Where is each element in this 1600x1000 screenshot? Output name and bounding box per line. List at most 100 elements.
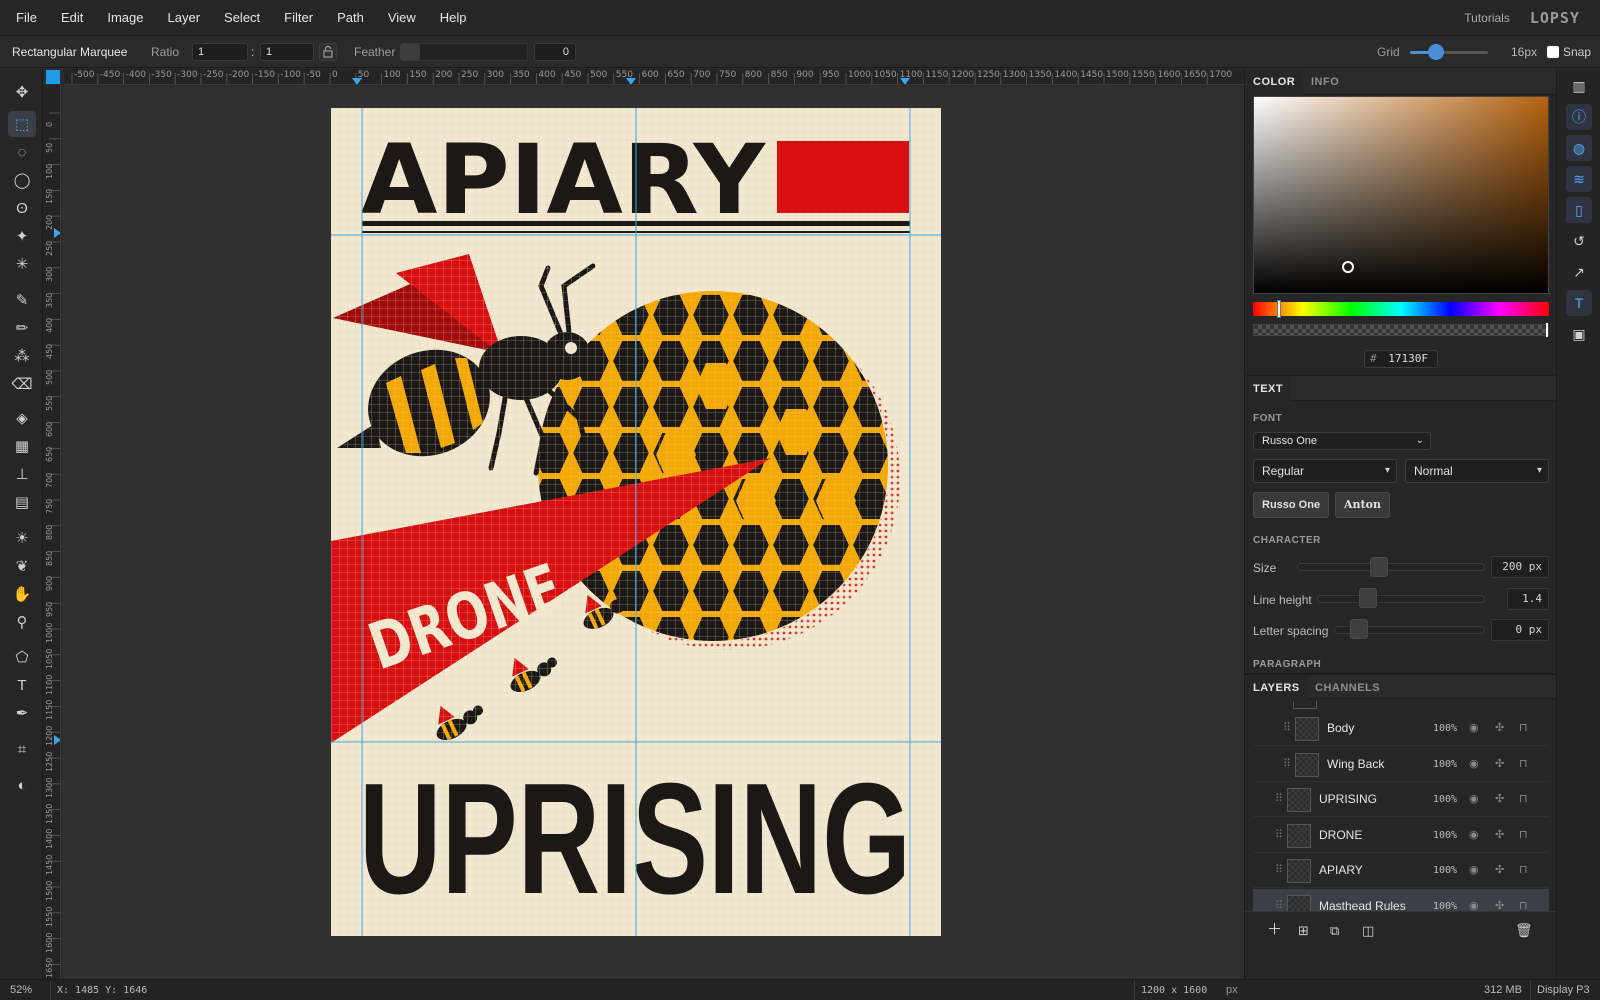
- text-panel-icon[interactable]: T: [1566, 290, 1592, 316]
- font-weight-select[interactable]: Normal ▾: [1405, 459, 1549, 483]
- lock-icon[interactable]: ⊓: [1519, 889, 1528, 912]
- feather-slider-knob[interactable]: [400, 43, 420, 61]
- size-slider-knob[interactable]: [1370, 557, 1389, 577]
- ratio-lock-button[interactable]: [319, 43, 337, 61]
- menu-filter[interactable]: Filter: [272, 0, 325, 36]
- size-input[interactable]: 200 px: [1491, 556, 1549, 578]
- ruler-origin-button[interactable]: [46, 70, 60, 84]
- tab-color[interactable]: COLOR: [1245, 69, 1304, 95]
- text-icon[interactable]: T: [8, 672, 36, 698]
- drag-handle-icon[interactable]: ⠿: [1275, 792, 1283, 805]
- path-icon[interactable]: ↗: [1566, 259, 1592, 285]
- palette-icon[interactable]: ◍: [1566, 135, 1592, 161]
- drag-handle-icon[interactable]: ⠿: [1283, 721, 1291, 734]
- document-canvas[interactable]: APIARY DRONE UPRISING: [331, 108, 941, 936]
- drag-handle-icon[interactable]: ⠿: [1275, 899, 1283, 912]
- info-icon[interactable]: ⓘ: [1566, 104, 1592, 130]
- image-plus-icon[interactable]: ▣: [1566, 321, 1592, 347]
- recent-font-anton[interactable]: Anton: [1335, 492, 1390, 518]
- hex-input[interactable]: # 17130F: [1364, 350, 1438, 368]
- lock-icon[interactable]: ⊓: [1519, 853, 1528, 888]
- layer-row[interactable]: ⠿ Wing Back 100% ◉ ✣ ⊓: [1253, 747, 1549, 782]
- layer-row[interactable]: ⠿ Body 100% ◉ ✣ ⊓: [1253, 711, 1549, 746]
- eye-icon[interactable]: ◉: [1469, 747, 1479, 782]
- eyedropper-icon[interactable]: ⚲: [8, 609, 36, 635]
- eye-icon[interactable]: ◉: [1469, 818, 1479, 853]
- tab-info[interactable]: INFO: [1303, 69, 1347, 95]
- canvas-area[interactable]: APIARY DRONE UPRISING: [62, 86, 1244, 979]
- dodge-icon[interactable]: ☀: [8, 525, 36, 551]
- guide-marker-left[interactable]: [54, 735, 60, 745]
- line-height-slider-knob[interactable]: [1359, 588, 1377, 608]
- tutorials-link[interactable]: Tutorials: [1464, 11, 1510, 25]
- brush-icon[interactable]: ✎: [8, 287, 36, 313]
- guide-marker-top[interactable]: [352, 78, 362, 84]
- line-height-input[interactable]: 1.4: [1507, 588, 1549, 610]
- fx-icon[interactable]: ✣: [1495, 747, 1504, 782]
- tab-layers[interactable]: LAYERS: [1245, 675, 1308, 701]
- menu-view[interactable]: View: [376, 0, 428, 36]
- drag-handle-icon[interactable]: ⠿: [1275, 863, 1283, 876]
- font-style-select[interactable]: Regular ▾: [1253, 459, 1397, 483]
- menu-layer[interactable]: Layer: [156, 0, 213, 36]
- menu-edit[interactable]: Edit: [49, 0, 95, 36]
- layer-row[interactable]: ⠿ APIARY 100% ◉ ✣ ⊓: [1253, 853, 1549, 888]
- eye-icon[interactable]: ◉: [1469, 711, 1479, 746]
- color-swap-icon[interactable]: ◐: [8, 772, 36, 798]
- alpha-slider[interactable]: [1253, 324, 1549, 336]
- layer-opacity[interactable]: 100%: [1433, 818, 1457, 853]
- layer-opacity[interactable]: 100%: [1433, 889, 1457, 912]
- line-height-slider[interactable]: [1317, 595, 1485, 603]
- font-family-select[interactable]: Russo One ⌄: [1253, 432, 1431, 450]
- letter-spacing-slider-knob[interactable]: [1349, 619, 1368, 639]
- eraser-icon[interactable]: ⌫: [8, 371, 36, 397]
- new-folder-icon[interactable]: ⊞: [1298, 923, 1309, 939]
- layer-opacity[interactable]: 100%: [1433, 747, 1457, 782]
- ruler-vertical[interactable]: 0 50 100 150 200 250 300 350 400 450 500 550 600 650 7…: [43, 85, 61, 980]
- lock-icon[interactable]: ⊓: [1519, 711, 1528, 746]
- trash-icon[interactable]: 🗑: [1515, 922, 1533, 939]
- fx-icon[interactable]: ✣: [1495, 782, 1504, 817]
- layer-opacity[interactable]: 100%: [1433, 782, 1457, 817]
- guide-marker-left[interactable]: [54, 228, 60, 238]
- color-picker-field[interactable]: [1253, 96, 1549, 294]
- ruler-horizontal[interactable]: -500 -450 -400 -350 -300 -250 -200 -150 -100 -50 0…: [64, 69, 1244, 85]
- crop-icon[interactable]: ⌗: [8, 736, 36, 762]
- gradient-icon[interactable]: ▦: [8, 433, 36, 459]
- menu-image[interactable]: Image: [95, 0, 155, 36]
- fx-icon[interactable]: ✣: [1495, 889, 1504, 912]
- menu-file[interactable]: File: [0, 0, 49, 36]
- zoom-level[interactable]: 52%: [10, 980, 32, 1000]
- rect-marquee-icon[interactable]: ⬚: [8, 111, 36, 137]
- move-icon[interactable]: ✥: [8, 79, 36, 105]
- grid-slider-track[interactable]: [1440, 51, 1488, 54]
- eye-icon[interactable]: ◉: [1469, 889, 1479, 912]
- menu-help[interactable]: Help: [428, 0, 479, 36]
- history-icon[interactable]: ↺: [1566, 228, 1592, 254]
- fx-icon[interactable]: ✣: [1495, 818, 1504, 853]
- hand-icon[interactable]: ✋: [8, 581, 36, 607]
- drag-handle-icon[interactable]: ⠿: [1283, 757, 1291, 770]
- pen-icon[interactable]: ✒: [8, 700, 36, 726]
- bucket-icon[interactable]: ◈: [8, 405, 36, 431]
- hue-slider[interactable]: [1253, 302, 1549, 316]
- ratio-width-input[interactable]: 1: [192, 43, 248, 61]
- layer-opacity[interactable]: 100%: [1433, 853, 1457, 888]
- magnetic-lasso-icon[interactable]: ʘ: [8, 195, 36, 221]
- fx-icon[interactable]: ✣: [1495, 853, 1504, 888]
- map-icon[interactable]: ▥: [1566, 73, 1592, 99]
- polygon-icon[interactable]: ⬠: [8, 644, 36, 670]
- ratio-height-input[interactable]: 1: [260, 43, 314, 61]
- lock-icon[interactable]: ⊓: [1519, 818, 1528, 853]
- lasso-icon[interactable]: ◯: [8, 167, 36, 193]
- quick-select-icon[interactable]: ✳: [8, 251, 36, 277]
- menu-path[interactable]: Path: [325, 0, 376, 36]
- grid-slider-knob[interactable]: [1428, 44, 1444, 60]
- ellipse-marquee-icon[interactable]: ◌: [8, 139, 36, 165]
- layer-opacity[interactable]: 100%: [1433, 711, 1457, 746]
- stamp-icon[interactable]: ⊥: [8, 461, 36, 487]
- pattern-icon[interactable]: ▤: [8, 489, 36, 515]
- pencil-icon[interactable]: ✏: [8, 315, 36, 341]
- layer-row[interactable]: ⠿ UPRISING 100% ◉ ✣ ⊓: [1253, 782, 1549, 817]
- guide-marker-top[interactable]: [626, 78, 636, 84]
